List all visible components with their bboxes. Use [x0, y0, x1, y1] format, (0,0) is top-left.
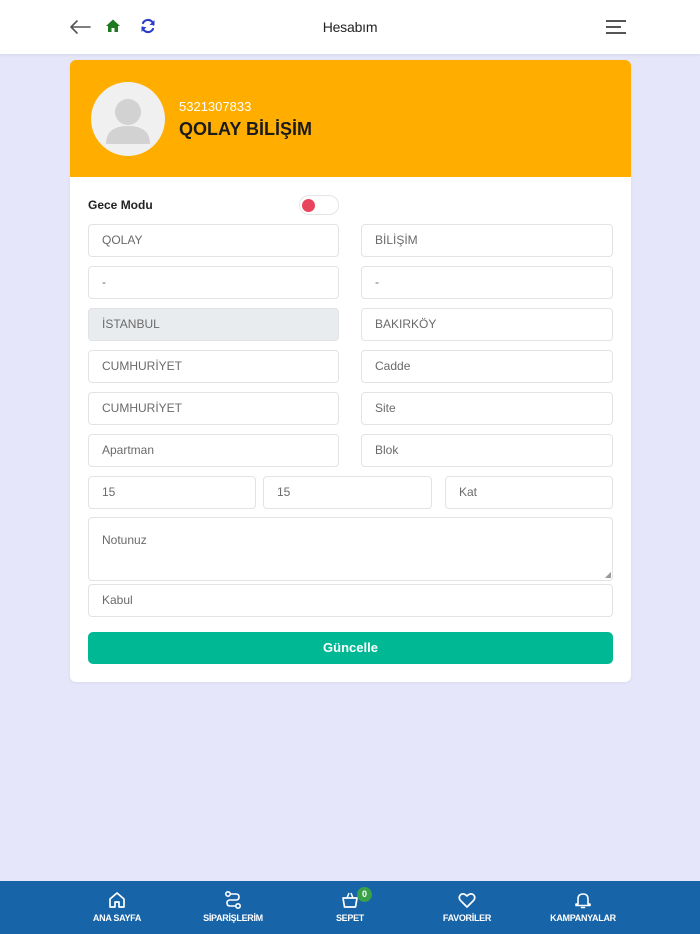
account-card: 5321307833 QOLAY BİLİŞİM Gece Modu QOLAY…: [70, 60, 631, 682]
nav-label-favorites: FAVORİLER: [442, 913, 492, 923]
profile-name: QOLAY BİLİŞİM: [179, 119, 313, 139]
nav-item-cart[interactable]: 0 SEPET: [295, 881, 405, 934]
last-name-field[interactable]: BİLİŞİM: [361, 224, 613, 257]
nav-item-campaigns[interactable]: KAMPANYALAR: [528, 881, 638, 934]
bell-icon: [575, 893, 591, 909]
profile-header: 5321307833 QOLAY BİLİŞİM: [70, 60, 631, 177]
avenue-field[interactable]: CUMHURİYET: [88, 392, 339, 425]
route-icon: [224, 890, 242, 910]
bottom-nav: ANA SAYFA SİPARİŞLERİM 0 SEPET FAVORİLER…: [0, 881, 700, 934]
hamburger-menu-icon[interactable]: [604, 18, 628, 36]
user-placeholder-icon: [106, 99, 150, 144]
note-placeholder: Notunuz: [102, 533, 147, 547]
neighborhood-field[interactable]: CUMHURİYET: [88, 350, 339, 383]
building-number-field[interactable]: 15: [88, 476, 256, 509]
district-field[interactable]: BAKIRKÖY: [361, 308, 613, 341]
nav-label-orders: SİPARİŞLERİM: [203, 913, 263, 923]
night-mode-label: Gece Modu: [88, 198, 153, 212]
field-4[interactable]: -: [361, 266, 613, 299]
cart-count-badge: 0: [357, 887, 372, 902]
nav-item-orders[interactable]: SİPARİŞLERİM: [178, 881, 288, 934]
door-number-field[interactable]: 15: [263, 476, 432, 509]
apartment-field[interactable]: Apartman: [88, 434, 339, 467]
note-textarea[interactable]: Notunuz ◢: [88, 517, 613, 581]
update-button[interactable]: Güncelle: [88, 632, 613, 664]
page-title: Hesabım: [322, 19, 378, 35]
site-field[interactable]: Site: [361, 392, 613, 425]
block-field[interactable]: Blok: [361, 434, 613, 467]
nav-label-cart: SEPET: [335, 913, 364, 923]
night-mode-toggle[interactable]: [299, 195, 339, 215]
floor-field[interactable]: Kat: [445, 476, 613, 509]
nav-label-campaigns: KAMPANYALAR: [550, 913, 616, 923]
heart-icon: [458, 893, 476, 908]
home-outline-icon: [109, 892, 125, 908]
top-bar: Hesabım: [0, 0, 700, 54]
field-3[interactable]: -: [88, 266, 339, 299]
avatar: [91, 82, 165, 156]
nav-item-favorites[interactable]: FAVORİLER: [412, 881, 522, 934]
nav-item-home[interactable]: ANA SAYFA: [62, 881, 172, 934]
first-name-field[interactable]: QOLAY: [88, 224, 339, 257]
resize-handle-icon[interactable]: ◢: [605, 570, 611, 579]
phone-number: 5321307833: [179, 99, 252, 114]
city-field: İSTANBUL: [88, 308, 339, 341]
nav-label-home: ANA SAYFA: [92, 913, 142, 923]
street-field[interactable]: Cadde: [361, 350, 613, 383]
toggle-knob: [302, 199, 315, 212]
acceptance-field[interactable]: Kabul: [88, 584, 613, 617]
